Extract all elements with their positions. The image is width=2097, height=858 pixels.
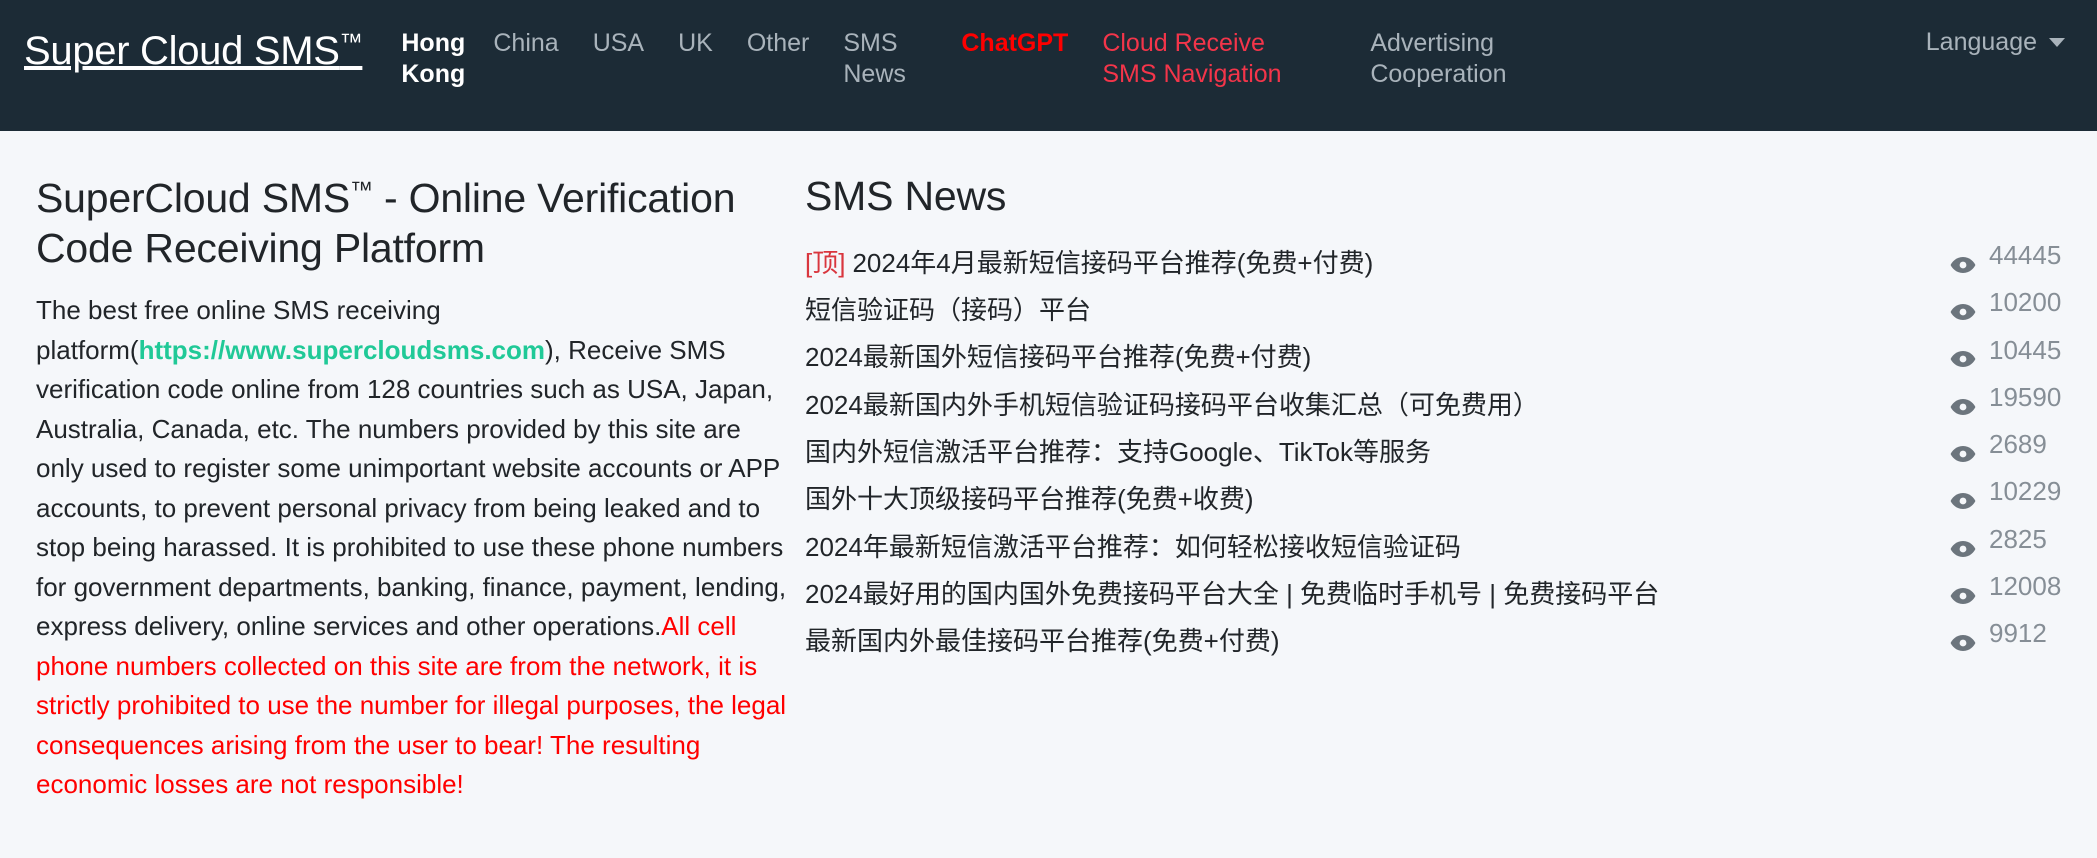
news-link[interactable]: 2024最新国内外手机短信验证码接码平台收集汇总（可免费用） <box>805 389 1539 423</box>
nav-link-uk[interactable]: UK <box>661 18 730 69</box>
news-link[interactable]: 最新国内外最佳接码平台推荐(免费+付费) <box>805 625 1280 659</box>
intro-paragraph: The best free online SMS receiving platf… <box>36 291 788 805</box>
news-list-item[interactable]: 2024最新国外短信接码平台推荐(免费+付费) 10445 <box>805 331 2073 378</box>
nav-item-other[interactable]: Other <box>730 18 827 69</box>
page-title-brand: SuperCloud SMS <box>36 175 350 221</box>
news-view-count-group: 12008 <box>1932 570 2073 604</box>
nav-item-usa[interactable]: USA <box>576 18 661 69</box>
nav-link-sms-news[interactable]: SMS News <box>826 18 922 101</box>
language-label: Language <box>1925 28 2037 56</box>
nav-item-chatgpt[interactable]: ChatGPT <box>944 18 1085 69</box>
news-view-count-group: 19590 <box>1932 381 2073 415</box>
navbar-right-section: Language <box>1912 14 2071 67</box>
nav-link-cloud-receive-sms-navigation[interactable]: Cloud Receive SMS Navigation <box>1085 18 1317 101</box>
top-navbar: Super Cloud SMS™ Hong Kong China USA UK … <box>0 0 2097 131</box>
news-list-item[interactable]: 最新国内外最佳接码平台推荐(免费+付费) 9912 <box>805 614 2073 661</box>
news-link[interactable]: 2024年4月最新短信接码平台推荐(免费+付费) <box>852 247 1373 281</box>
trademark-symbol: ™ <box>339 28 363 55</box>
news-view-count: 2689 <box>1989 429 2047 460</box>
news-link[interactable]: 国内外短信激活平台推荐：支持Google、TikTok等服务 <box>805 436 1431 470</box>
eye-icon <box>1950 438 1976 462</box>
news-view-count: 12008 <box>1989 571 2062 602</box>
supercloudsms-link[interactable]: https://www.supercloudsms.com <box>139 335 545 365</box>
news-view-count: 10229 <box>1989 476 2062 507</box>
news-list-item[interactable]: [顶] 2024年4月最新短信接码平台推荐(免费+付费) 44445 <box>805 236 2073 283</box>
sms-news-column: SMS News [顶] 2024年4月最新短信接码平台推荐(免费+付费) 44… <box>796 173 2073 805</box>
eye-icon <box>1950 627 1976 652</box>
eye-icon <box>1950 580 1976 604</box>
language-dropdown-toggle[interactable]: Language <box>1912 18 2071 67</box>
news-view-count-group: 2689 <box>1932 428 2073 462</box>
news-top-badge: [顶] <box>805 247 846 278</box>
eye-icon <box>1950 296 1976 321</box>
nav-link-usa[interactable]: USA <box>576 18 661 69</box>
brand-text: Super Cloud SMS <box>24 29 340 73</box>
eye-icon <box>1950 391 1976 415</box>
news-view-count: 9912 <box>1989 618 2047 649</box>
news-view-count-group: 9912 <box>1932 617 2073 652</box>
news-list-item[interactable]: 2024最好用的国内国外免费接码平台大全 | 免费临时手机号 | 免费接码平台 … <box>805 567 2073 614</box>
news-link[interactable]: 2024最好用的国内国外免费接码平台大全 | 免费临时手机号 | 免费接码平台 <box>805 578 1659 612</box>
nav-item-sms-news[interactable]: SMS News <box>826 18 922 101</box>
news-view-count: 19590 <box>1989 381 2062 412</box>
nav-link-list: Hong Kong China USA UK Other SMS News Ch… <box>384 14 1911 101</box>
news-view-count-group: 44445 <box>1932 239 2073 273</box>
news-view-count-group: 2825 <box>1932 523 2073 557</box>
news-list-item[interactable]: 短信验证码（接码）平台 10200 <box>805 283 2073 330</box>
news-view-count-group: 10200 <box>1932 286 2073 321</box>
nav-item-cloud-receive-sms-navigation[interactable]: Cloud Receive SMS Navigation <box>1085 18 1317 101</box>
news-view-count: 10445 <box>1989 334 2062 365</box>
sms-news-list: [顶] 2024年4月最新短信接码平台推荐(免费+付费) 44445 短信验证码… <box>805 236 2073 662</box>
intro-column: SuperCloud SMS™ - Online Verification Co… <box>36 173 796 805</box>
news-list-item[interactable]: 2024年最新短信激活平台推荐：如何轻松接收短信验证码 2825 <box>805 520 2073 567</box>
sms-news-heading: SMS News <box>805 173 1007 219</box>
eye-icon <box>1950 533 1976 557</box>
news-link[interactable]: 短信验证码（接码）平台 <box>805 294 1091 328</box>
news-link[interactable]: 2024年最新短信激活平台推荐：如何轻松接收短信验证码 <box>805 531 1461 565</box>
nav-link-advertising-cooperation[interactable]: Advertising Cooperation <box>1353 18 1545 101</box>
nav-item-hong-kong[interactable]: Hong Kong <box>384 18 476 101</box>
news-link[interactable]: 2024最新国外短信接码平台推荐(免费+付费) <box>805 341 1311 375</box>
nav-link-china[interactable]: China <box>476 18 575 69</box>
nav-link-chatgpt[interactable]: ChatGPT <box>944 18 1085 69</box>
chevron-down-icon <box>2049 38 2065 47</box>
trademark-symbol: ™ <box>349 176 373 203</box>
news-list-item[interactable]: 国外十大顶级接码平台推荐(免费+收费) 10229 <box>805 472 2073 519</box>
news-view-count-group: 10445 <box>1932 334 2073 368</box>
eye-icon <box>1950 343 1976 368</box>
news-link[interactable]: 国外十大顶级接码平台推荐(免费+收费) <box>805 483 1254 517</box>
eye-icon <box>1950 249 1976 273</box>
main-content: SuperCloud SMS™ - Online Verification Co… <box>0 131 2097 805</box>
news-view-count: 2825 <box>1989 523 2047 554</box>
nav-link-other[interactable]: Other <box>730 18 827 69</box>
news-view-count: 44445 <box>1989 240 2062 270</box>
nav-link-hong-kong[interactable]: Hong Kong <box>384 18 476 101</box>
nav-item-advertising-cooperation[interactable]: Advertising Cooperation <box>1353 18 1545 101</box>
news-list-item[interactable]: 国内外短信激活平台推荐：支持Google、TikTok等服务 2689 <box>805 425 2073 472</box>
news-view-count-group: 10229 <box>1932 475 2073 510</box>
eye-icon <box>1950 485 1976 510</box>
nav-item-china[interactable]: China <box>476 18 575 69</box>
site-brand-logo[interactable]: Super Cloud SMS™ <box>24 14 363 73</box>
news-list-item[interactable]: 2024最新国内外手机短信验证码接码平台收集汇总（可免费用） 19590 <box>805 378 2073 425</box>
page-title: SuperCloud SMS™ - Online Verification Co… <box>36 173 788 273</box>
intro-text-part2: ), Receive SMS verification code online … <box>36 334 787 642</box>
news-view-count: 10200 <box>1989 287 2062 318</box>
nav-item-uk[interactable]: UK <box>661 18 730 69</box>
